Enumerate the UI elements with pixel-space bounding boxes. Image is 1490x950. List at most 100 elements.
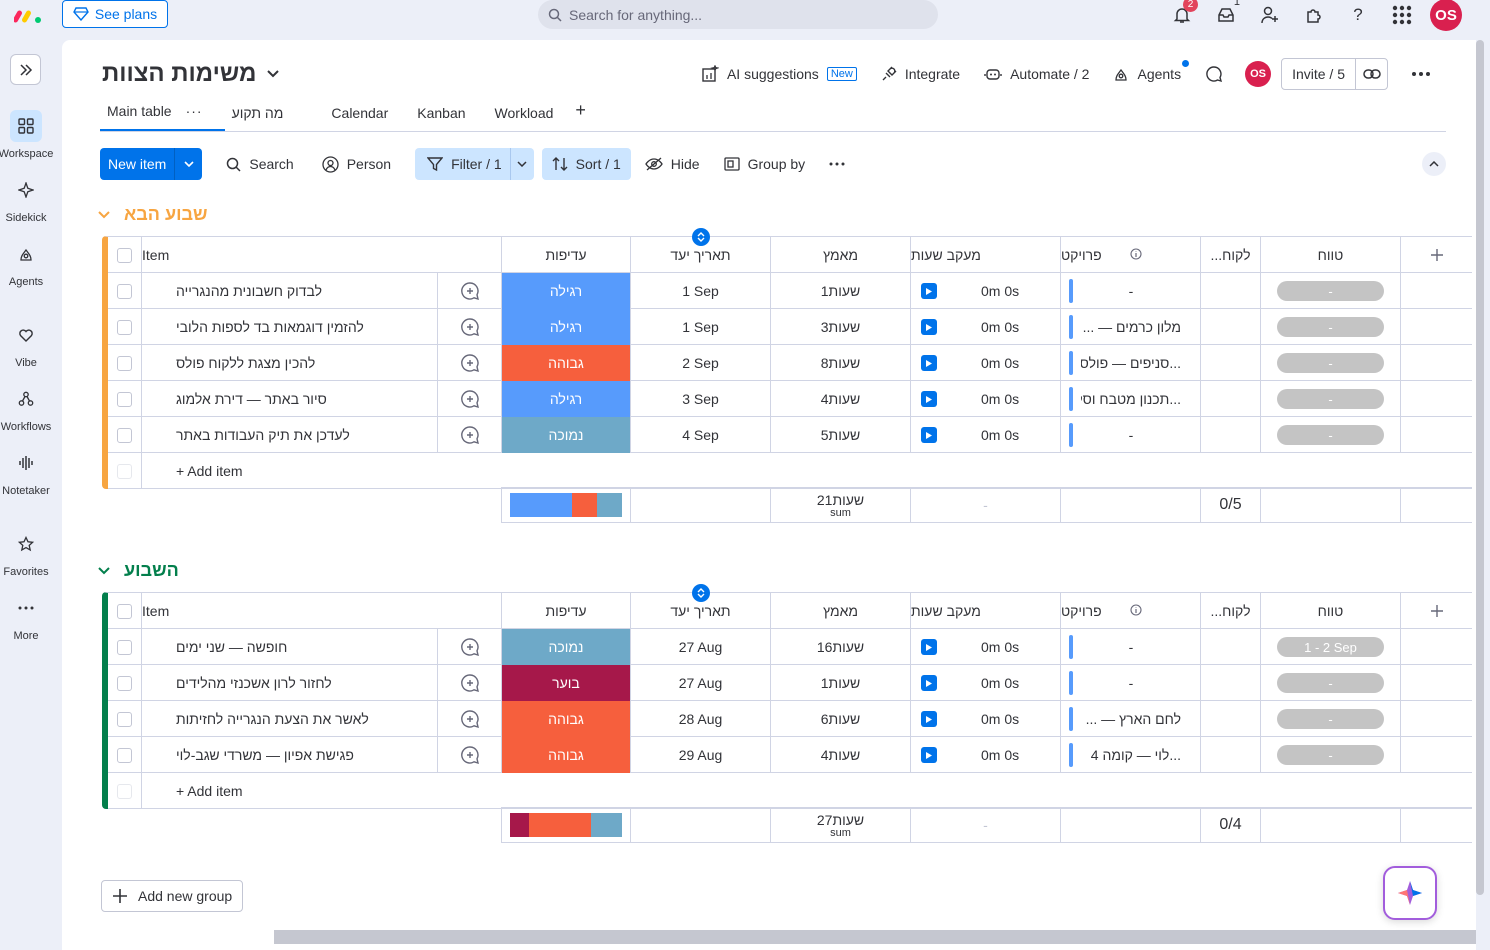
priority-status-cell[interactable]: רגילה (502, 381, 631, 417)
tab-main-table[interactable]: Main table ··· (100, 103, 225, 131)
global-search-input[interactable]: Search for anything... (538, 0, 938, 29)
timeline-cell[interactable]: - (1261, 273, 1401, 309)
monday-logo[interactable] (14, 6, 44, 24)
group-by-button[interactable]: Group by (712, 148, 818, 180)
item-name[interactable]: סיור באתר — דירת אלמוג (176, 391, 327, 407)
invite-button[interactable]: Invite / 5 (1281, 58, 1388, 90)
group-title[interactable]: שבוע הבא (124, 204, 208, 225)
effort-cell[interactable]: 1שעות (771, 273, 911, 309)
row-checkbox[interactable] (117, 711, 132, 727)
apps-button[interactable] (1292, 0, 1336, 30)
client-cell[interactable] (1201, 665, 1261, 701)
tab-options-icon[interactable]: ··· (186, 103, 203, 119)
nav-workflows[interactable]: Workflows (0, 383, 52, 433)
item-name[interactable]: חופשה — שני ימים (176, 639, 287, 655)
person-filter-button[interactable]: Person (310, 148, 403, 180)
effort-cell[interactable]: 1שעות (771, 665, 911, 701)
toolbar-more-button[interactable] (817, 148, 857, 180)
timeline-pill[interactable]: - (1277, 425, 1384, 445)
column-header-due-date[interactable]: תאריך יעד (631, 228, 771, 273)
time-tracking-cell[interactable]: 0m 0s (911, 273, 1061, 309)
row-checkbox-cell[interactable] (108, 345, 142, 381)
priority-status-cell[interactable]: גבוהה (502, 737, 631, 773)
item-name[interactable]: לבדוק חשבונית מהנגרייה (176, 283, 322, 299)
new-item-dropdown[interactable] (174, 148, 202, 180)
tab-stuck[interactable]: מה תקוע (225, 105, 306, 131)
column-header-timeline[interactable]: טווח (1261, 237, 1401, 273)
row-checkbox[interactable] (117, 319, 132, 335)
timeline-cell[interactable]: 1 - 2 Sep (1261, 629, 1401, 665)
priority-summary-cell[interactable] (502, 488, 631, 522)
timeline-pill[interactable]: - (1277, 317, 1384, 337)
column-header-item[interactable]: Item (142, 593, 502, 629)
client-cell[interactable] (1201, 345, 1261, 381)
new-item-button[interactable]: New item (100, 148, 203, 180)
row-checkbox[interactable] (117, 639, 132, 655)
project-cell[interactable]: לחם הארץ — ... (1061, 701, 1201, 737)
group-header[interactable]: השבוע (98, 560, 179, 581)
board-title[interactable]: משימות הצוות (102, 60, 280, 88)
table-row[interactable]: חופשה — שני ימים נמוכה 27 Aug 16שעות 0m 0s - 1… (108, 629, 1472, 665)
integrate-button[interactable]: Integrate (869, 66, 972, 82)
priority-status-cell[interactable]: גבוהה (502, 345, 631, 381)
timeline-pill[interactable]: - (1277, 709, 1384, 729)
due-date-cell[interactable]: 1 Sep (631, 309, 771, 345)
item-name[interactable]: לעדכן את תיק העבודות באתר (176, 427, 350, 443)
priority-status-cell[interactable]: נמוכה (502, 629, 631, 665)
select-all-checkbox[interactable] (117, 247, 132, 263)
timeline-cell[interactable]: - (1261, 309, 1401, 345)
client-cell[interactable] (1201, 737, 1261, 773)
time-tracking-cell[interactable]: 0m 0s (911, 737, 1061, 773)
item-name-cell[interactable]: לחזור לרון אשכנזי מהלידים (142, 665, 438, 701)
effort-cell[interactable]: 8שעות (771, 345, 911, 381)
project-cell[interactable]: - (1061, 665, 1201, 701)
time-tracking-cell[interactable]: 0m 0s (911, 701, 1061, 737)
due-date-cell[interactable]: 2 Sep (631, 345, 771, 381)
inbox-button[interactable]: 1 (1204, 0, 1248, 30)
due-date-cell[interactable]: 4 Sep (631, 417, 771, 453)
client-cell[interactable] (1201, 701, 1261, 737)
item-name-cell[interactable]: לעדכן את תיק העבודות באתר (142, 417, 438, 453)
item-updates-button[interactable] (438, 345, 502, 381)
add-new-group-button[interactable]: Add new group (101, 880, 244, 912)
column-header-timeline[interactable]: טווח (1261, 593, 1401, 629)
time-tracking-cell[interactable]: 0m 0s (911, 309, 1061, 345)
priority-status-cell[interactable]: גבוהה (502, 701, 631, 737)
item-updates-button[interactable] (438, 273, 502, 309)
item-name-cell[interactable]: לבדוק חשבונית מהנגרייה (142, 273, 438, 309)
timeline-pill[interactable]: - (1277, 281, 1384, 301)
due-date-cell[interactable]: 1 Sep (631, 273, 771, 309)
row-checkbox[interactable] (117, 355, 132, 371)
nav-agents[interactable]: Agents (0, 238, 52, 288)
timeline-cell[interactable]: - (1261, 417, 1401, 453)
nav-sidekick[interactable]: Sidekick (0, 174, 52, 224)
effort-summary-cell[interactable]: 21שעות sum (771, 488, 911, 522)
play-icon[interactable] (921, 747, 937, 763)
row-checkbox-cell[interactable] (108, 381, 142, 417)
item-name-cell[interactable]: חופשה — שני ימים (142, 629, 438, 665)
due-date-cell[interactable]: 28 Aug (631, 701, 771, 737)
due-date-cell[interactable]: 27 Aug (631, 629, 771, 665)
item-name-cell[interactable]: סיור באתר — דירת אלמוג (142, 381, 438, 417)
table-row[interactable]: פגישת אפיון — משרדי שגב-לוי גבוהה 29 Aug 4ש… (108, 737, 1472, 773)
invite-members-button[interactable] (1248, 0, 1292, 30)
table-row[interactable]: להכין מצגת ללקוח פולס גבוהה 2 Sep 8שעות 0m 0… (108, 345, 1472, 381)
timeline-pill[interactable]: - (1277, 389, 1384, 409)
effort-cell[interactable]: 16שעות (771, 629, 911, 665)
column-header-priority[interactable]: עדיפות (502, 237, 631, 273)
ai-suggestions-button[interactable]: AI suggestions New (689, 65, 869, 83)
project-cell[interactable]: - (1061, 629, 1201, 665)
updates-button[interactable] (1193, 65, 1235, 83)
info-icon[interactable] (1130, 247, 1142, 263)
client-cell[interactable] (1201, 417, 1261, 453)
column-header-due-date[interactable]: תאריך יעד (631, 584, 771, 629)
row-checkbox-cell[interactable] (108, 273, 142, 309)
add-item-input[interactable]: + Add item (142, 773, 871, 809)
timeline-cell[interactable]: - (1261, 381, 1401, 417)
collapse-header-button[interactable] (1422, 152, 1446, 176)
item-name[interactable]: להכין מצגת ללקוח פולס (176, 355, 315, 371)
row-checkbox-cell[interactable] (108, 701, 142, 737)
timeline-cell[interactable]: - (1261, 701, 1401, 737)
timeline-cell[interactable]: - (1261, 665, 1401, 701)
select-all-checkbox[interactable] (117, 603, 132, 619)
